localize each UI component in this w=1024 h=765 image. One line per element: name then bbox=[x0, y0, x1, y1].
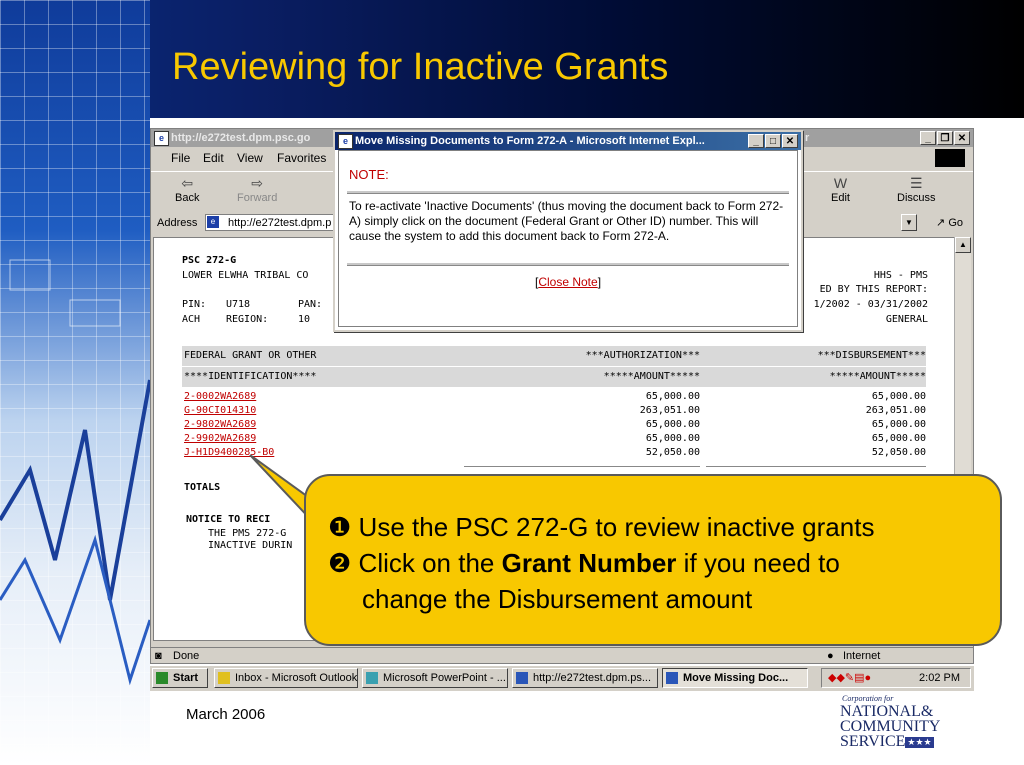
cns-logo: Corporation for NATIONAL& COMMUNITY SERV… bbox=[840, 694, 941, 750]
callout-bullet-2: ❷ Click on the Grant Number if you need … bbox=[328, 548, 840, 578]
callout-pointer bbox=[249, 454, 342, 542]
bullet-1-icon: ❶ bbox=[328, 512, 352, 542]
callout-box: ❶ Use the PSC 272-G to review inactive g… bbox=[304, 474, 1002, 646]
footer-date: March 2006 bbox=[186, 706, 266, 723]
callout-bullet-1: ❶ Use the PSC 272-G to review inactive g… bbox=[328, 512, 875, 542]
callout-bullet-2-line-2: change the Disbursement amount bbox=[362, 584, 753, 614]
stars-icon: ★★★ bbox=[905, 736, 934, 748]
bullet-2-icon: ❷ bbox=[328, 548, 352, 578]
